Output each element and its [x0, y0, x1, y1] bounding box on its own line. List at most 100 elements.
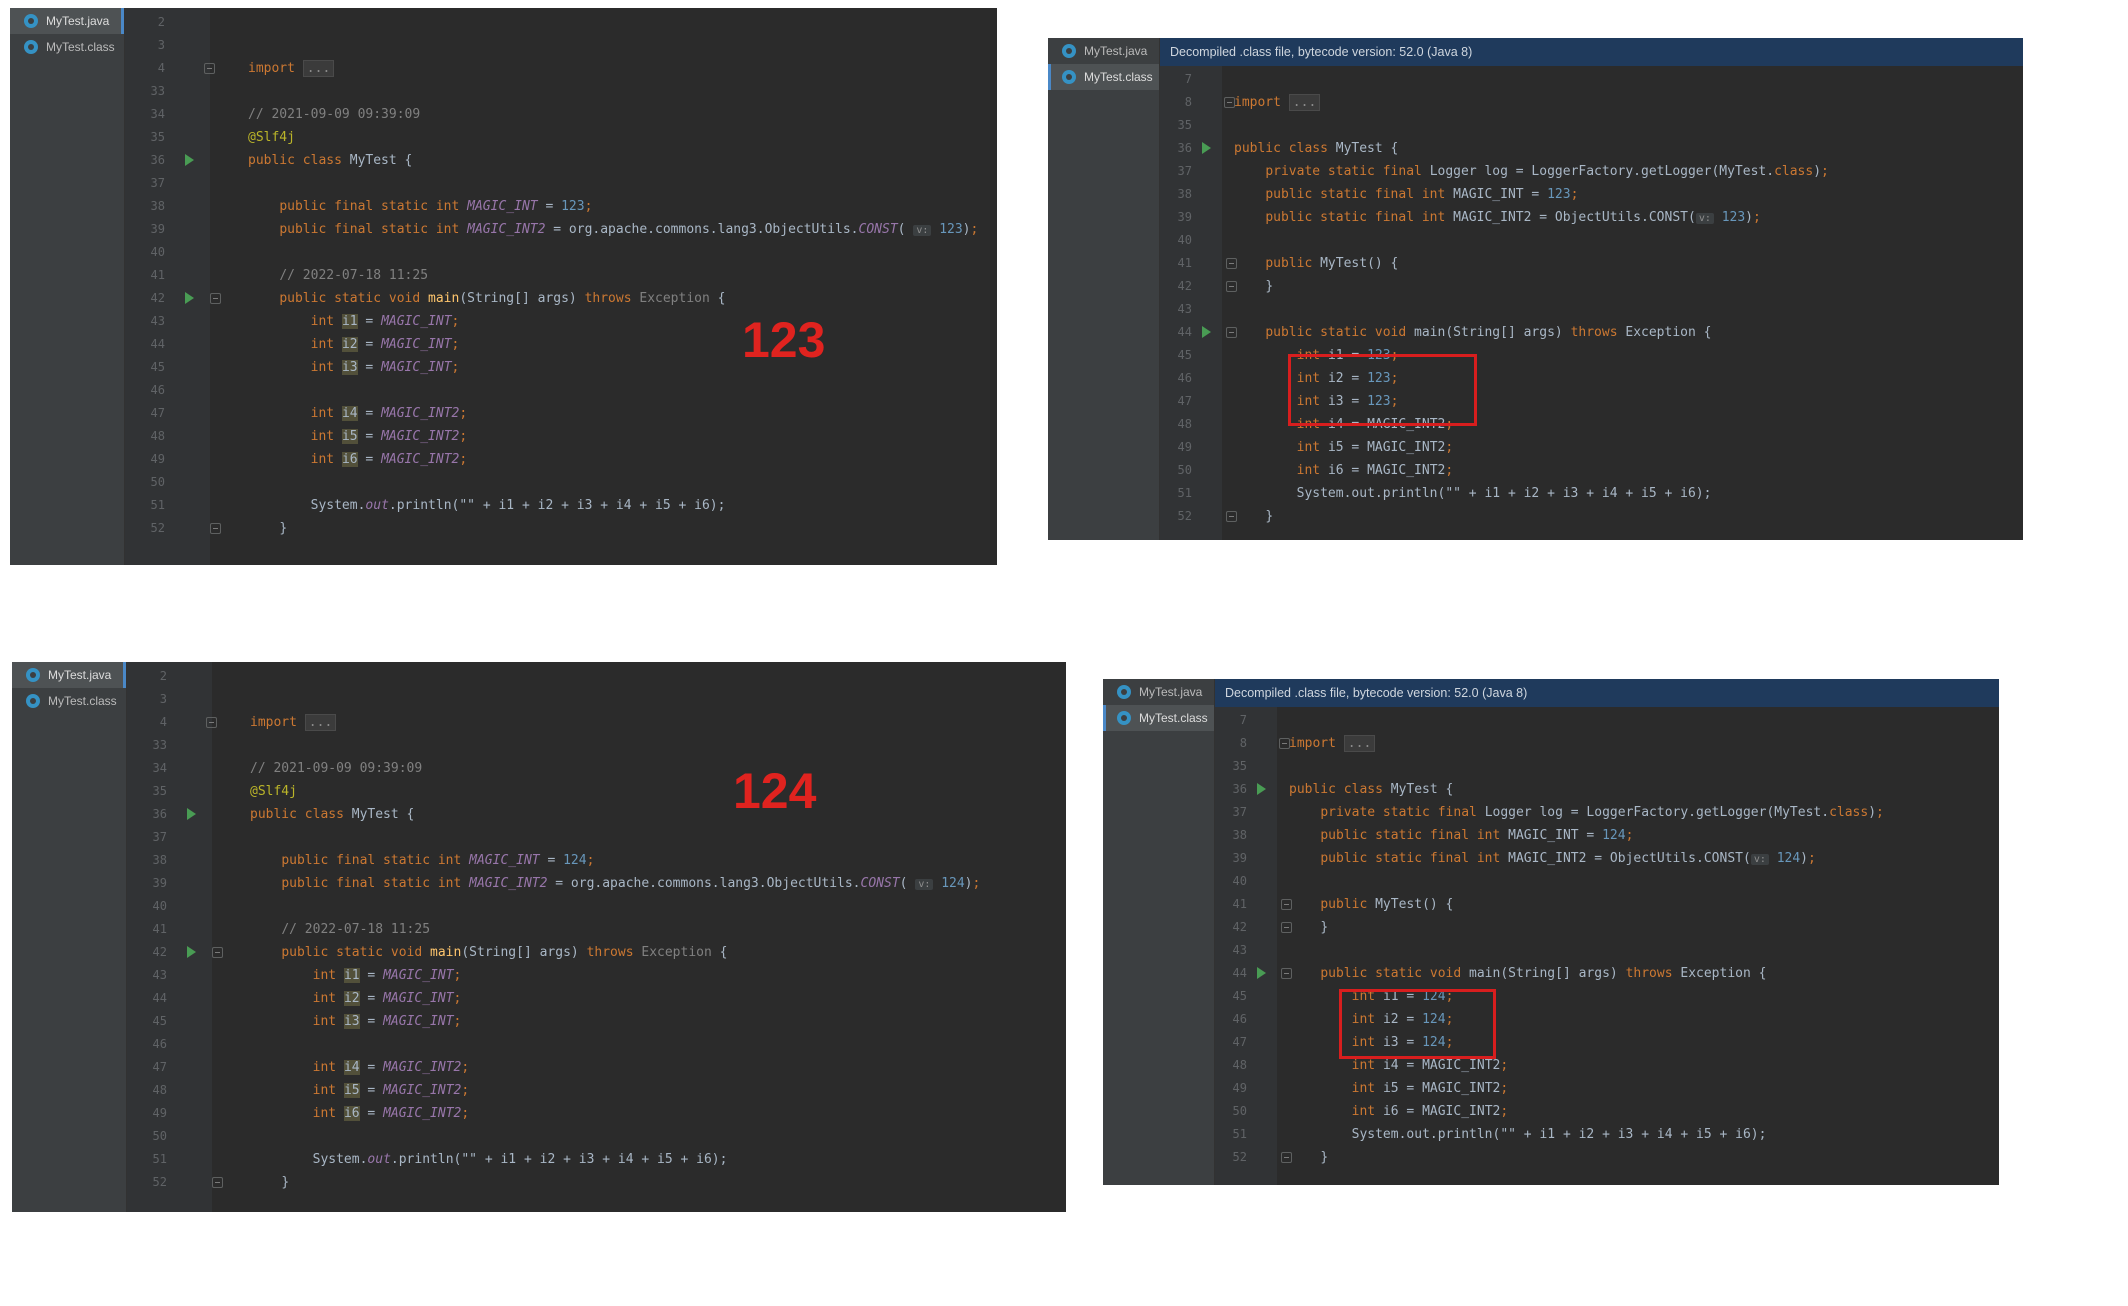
fold-icon[interactable] — [212, 1177, 223, 1188]
code-line: int i6 = MAGIC_INT2; — [312, 1106, 470, 1121]
tab-mytest-java[interactable]: MyTest.java — [12, 662, 126, 688]
code-line: public static void main(String[] args) t… — [1265, 325, 1712, 340]
editor-decompiled-124: MyTest.java MyTest.class Decompiled .cla… — [1103, 679, 1999, 1185]
line-number: 34 — [150, 107, 165, 121]
java-class-icon — [1117, 685, 1131, 699]
code-area: 7 8 import ... 35 36 public class MyTest {37 … — [1215, 707, 1999, 1185]
fold-icon[interactable] — [1226, 258, 1237, 269]
line-number: 36 — [152, 807, 167, 821]
line-number: 48 — [1177, 417, 1192, 431]
run-icon[interactable] — [1257, 783, 1266, 795]
fold-icon[interactable] — [1281, 899, 1292, 910]
line-number: 39 — [1177, 210, 1192, 224]
line-number: 47 — [150, 406, 165, 420]
tab-mytest-class[interactable]: MyTest.class — [1103, 705, 1214, 731]
run-icon[interactable] — [185, 154, 194, 166]
line-number: 49 — [1177, 440, 1192, 454]
code-line: int i5 = MAGIC_INT2; — [310, 429, 468, 444]
line-number: 35 — [1177, 118, 1192, 132]
code-line: // 2022-07-18 11:25 — [281, 922, 431, 937]
line-number: 33 — [150, 84, 165, 98]
code-line: int i2 = MAGIC_INT; — [312, 991, 462, 1006]
tab-mytest-class[interactable]: MyTest.class — [10, 34, 124, 60]
tab-mytest-java[interactable]: MyTest.java — [1103, 679, 1214, 705]
line-number: 41 — [1232, 897, 1247, 911]
line-number: 47 — [1232, 1035, 1247, 1049]
line-number: 44 — [152, 991, 167, 1005]
fold-icon[interactable] — [1224, 97, 1235, 108]
run-icon[interactable] — [187, 946, 196, 958]
run-icon[interactable] — [187, 808, 196, 820]
fold-icon[interactable] — [1279, 738, 1290, 749]
code-line: int i5 = MAGIC_INT2; — [1351, 1081, 1509, 1096]
code-line: public final static int MAGIC_INT2 = org… — [281, 876, 981, 891]
fold-icon[interactable] — [212, 947, 223, 958]
decompiled-banner: Decompiled .class file, bytecode version… — [1160, 38, 2023, 66]
tab-mytest-class[interactable]: MyTest.class — [1048, 64, 1159, 90]
line-number: 52 — [1232, 1150, 1247, 1164]
line-number: 35 — [150, 130, 165, 144]
code-line: int i5 = MAGIC_INT2; — [1296, 440, 1454, 455]
code-line: int i1 = MAGIC_INT; — [310, 314, 460, 329]
file-tabs: MyTest.java MyTest.class — [1048, 38, 1160, 540]
code-line: int i4 = MAGIC_INT2; — [312, 1060, 470, 1075]
fold-icon[interactable] — [1226, 281, 1237, 292]
tab-mytest-class[interactable]: MyTest.class — [12, 688, 126, 714]
fold-icon[interactable] — [1226, 327, 1237, 338]
line-number: 51 — [1232, 1127, 1247, 1141]
line-number: 49 — [152, 1106, 167, 1120]
run-icon[interactable] — [1202, 326, 1211, 338]
code-line: public final static int MAGIC_INT2 = org… — [279, 222, 979, 237]
code-line: int i6 = MAGIC_INT2; — [1351, 1104, 1509, 1119]
line-number: 42 — [152, 945, 167, 959]
run-icon[interactable] — [185, 292, 194, 304]
line-number: 37 — [150, 176, 165, 190]
line-number: 50 — [152, 1129, 167, 1143]
fold-icon[interactable] — [1226, 511, 1237, 522]
line-number: 50 — [1232, 1104, 1247, 1118]
run-icon[interactable] — [1202, 142, 1211, 154]
fold-icon[interactable] — [204, 63, 215, 74]
code-line: public static void main(String[] args) t… — [281, 945, 728, 960]
run-icon[interactable] — [1257, 967, 1266, 979]
line-number: 48 — [152, 1083, 167, 1097]
code-line: public static final int MAGIC_INT = 124; — [1320, 828, 1634, 843]
line-number: 50 — [1177, 463, 1192, 477]
fold-icon[interactable] — [1281, 1152, 1292, 1163]
code-line: } — [279, 521, 288, 536]
line-number: 41 — [152, 922, 167, 936]
code-line: System.out.println("" + i1 + i2 + i3 + i… — [1296, 486, 1712, 501]
line-number: 36 — [1177, 141, 1192, 155]
line-number: 2 — [159, 669, 167, 683]
line-number: 47 — [152, 1060, 167, 1074]
fold-icon[interactable] — [206, 717, 217, 728]
line-number: 43 — [1177, 302, 1192, 316]
line-number: 46 — [152, 1037, 167, 1051]
tab-mytest-java[interactable]: MyTest.java — [10, 8, 124, 34]
line-number: 39 — [150, 222, 165, 236]
tab-mytest-java[interactable]: MyTest.java — [1048, 38, 1159, 64]
code-line: public class MyTest { — [1289, 782, 1454, 797]
fold-icon[interactable] — [1281, 968, 1292, 979]
line-number: 44 — [1177, 325, 1192, 339]
highlight-box — [1288, 354, 1477, 426]
line-number: 3 — [159, 692, 167, 706]
code-line: public MyTest() { — [1320, 897, 1454, 912]
java-class-icon — [1062, 44, 1076, 58]
code-line: int i3 = MAGIC_INT; — [312, 1014, 462, 1029]
java-class-icon — [26, 694, 40, 708]
fold-icon[interactable] — [210, 293, 221, 304]
line-number: 37 — [1177, 164, 1192, 178]
line-number: 41 — [150, 268, 165, 282]
line-number: 38 — [1232, 828, 1247, 842]
fold-icon[interactable] — [210, 523, 221, 534]
code-line: int i5 = MAGIC_INT2; — [312, 1083, 470, 1098]
fold-icon[interactable] — [1281, 922, 1292, 933]
line-number: 36 — [150, 153, 165, 167]
